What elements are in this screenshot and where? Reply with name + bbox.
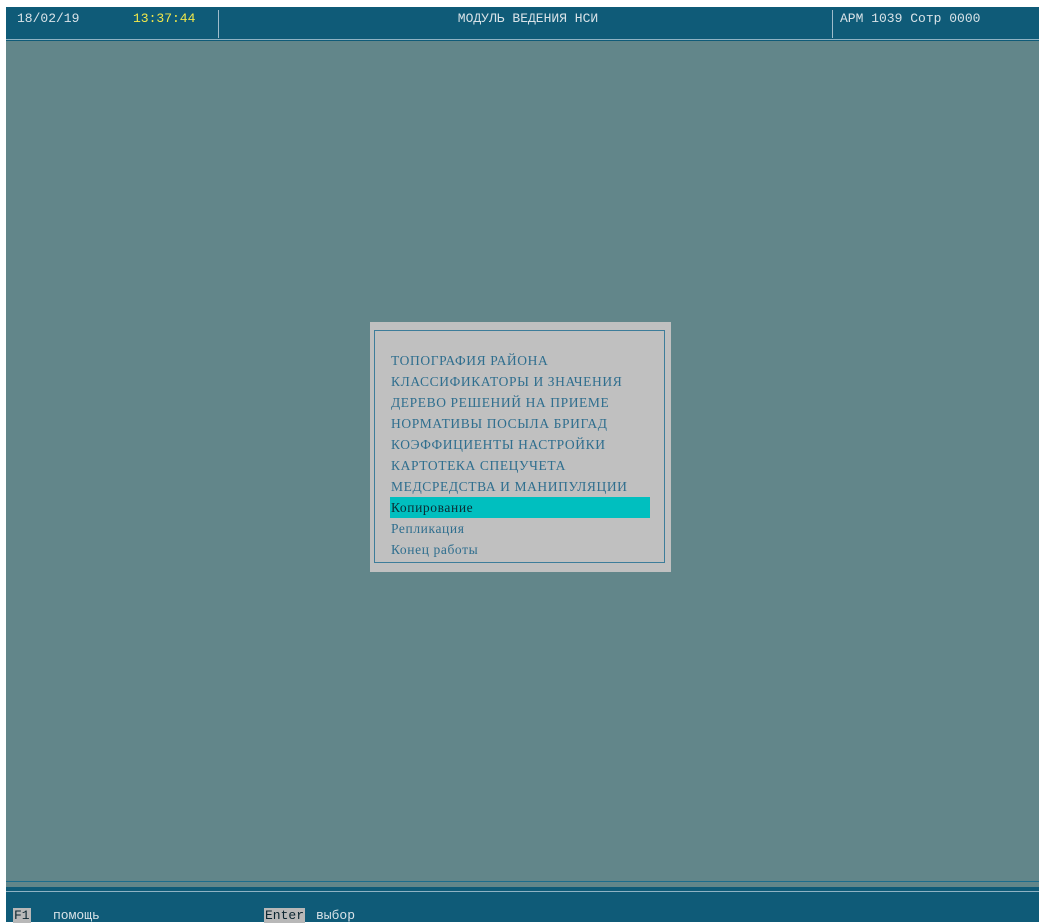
date-display: 18/02/19: [17, 11, 80, 26]
status-separator: [218, 10, 219, 38]
enter-key[interactable]: Enter: [264, 908, 306, 923]
enter-key-label: выбор: [316, 908, 356, 923]
menu-item-copying[interactable]: Копирование: [390, 497, 650, 518]
module-title: МОДУЛЬ ВЕДЕНИЯ НСИ: [457, 11, 599, 26]
status-separator: [832, 10, 833, 38]
menu-item-replication[interactable]: Репликация: [390, 518, 650, 539]
workstation-info: АРМ 1039 Сотр 0000: [840, 11, 981, 26]
status-bar: 18/02/19 13:37:44 МОДУЛЬ ВЕДЕНИЯ НСИ АРМ…: [6, 7, 1039, 41]
menu-list: ТОПОГРАФИЯ РАЙОНА КЛАССИФИКАТОРЫ И ЗНАЧЕ…: [390, 350, 650, 560]
menu-item-topography[interactable]: ТОПОГРАФИЯ РАЙОНА: [390, 350, 650, 371]
menu-item-exit[interactable]: Конец работы: [390, 539, 650, 560]
menu-item-medications[interactable]: МЕДСРЕДСТВА И МАНИПУЛЯЦИИ: [390, 476, 650, 497]
menu-item-decision-tree[interactable]: ДЕРЕВО РЕШЕНИЙ НА ПРИЕМЕ: [390, 392, 650, 413]
footer-rule: [6, 891, 1039, 892]
f1-key[interactable]: F1: [13, 908, 31, 923]
status-bar-rule: [6, 39, 1039, 40]
menu-item-special-records[interactable]: КАРТОТЕКА СПЕЦУЧЕТА: [390, 455, 650, 476]
footer-top-rule: [6, 881, 1039, 882]
terminal-screen: 18/02/19 13:37:44 МОДУЛЬ ВЕДЕНИЯ НСИ АРМ…: [6, 7, 1039, 923]
menu-item-classifiers[interactable]: КЛАССИФИКАТОРЫ И ЗНАЧЕНИЯ: [390, 371, 650, 392]
menu-item-dispatch-norms[interactable]: НОРМАТИВЫ ПОСЫЛА БРИГАД: [390, 413, 650, 434]
key-hint-bar: F1 помощь Enter выбор: [6, 887, 1039, 923]
main-menu: ТОПОГРАФИЯ РАЙОНА КЛАССИФИКАТОРЫ И ЗНАЧЕ…: [370, 322, 671, 572]
time-display: 13:37:44: [133, 11, 196, 26]
menu-item-coefficients[interactable]: КОЭФФИЦИЕНТЫ НАСТРОЙКИ: [390, 434, 650, 455]
f1-key-label: помощь: [53, 908, 100, 923]
